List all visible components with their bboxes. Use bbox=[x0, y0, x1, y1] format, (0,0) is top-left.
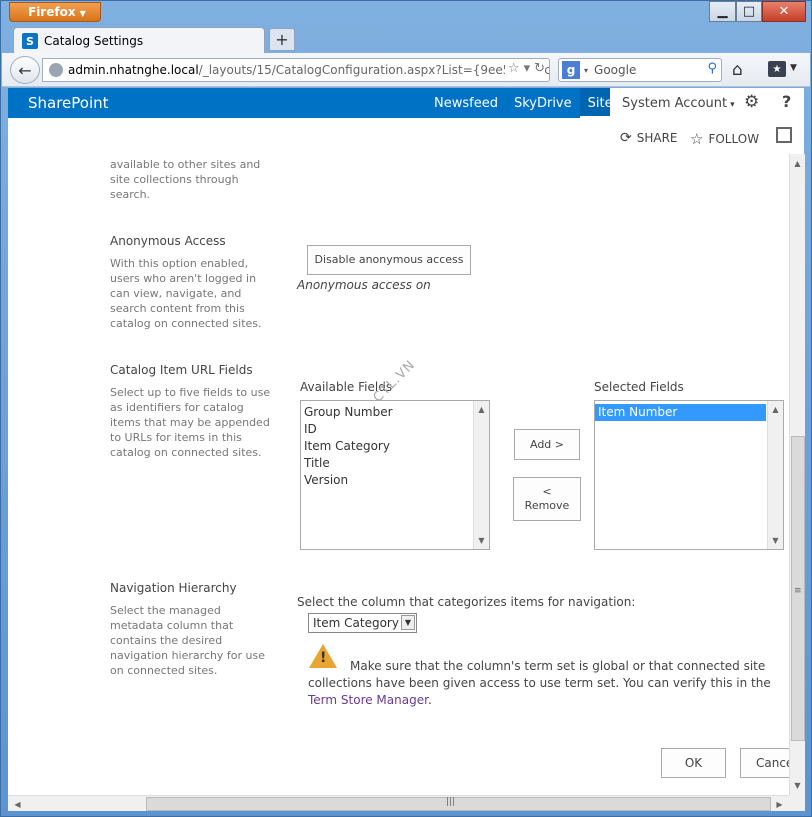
sharepoint-favicon-icon: S bbox=[22, 33, 38, 49]
maximize-button[interactable]: □ bbox=[736, 1, 762, 22]
bookmarks-icon[interactable]: ★ bbox=[768, 61, 786, 77]
url-fields-description: Select up to five fields to use as ident… bbox=[110, 386, 271, 459]
available-fields-scrollbar[interactable]: ▲ ▼ bbox=[473, 401, 489, 549]
scrollbar-corner bbox=[789, 795, 805, 811]
anonymous-access-title: Anonymous Access bbox=[110, 234, 226, 248]
sharepoint-brand[interactable]: SharePoint bbox=[28, 94, 109, 112]
account-name: System Account bbox=[622, 96, 728, 111]
account-menu[interactable]: System Account ▾ bbox=[622, 96, 735, 111]
suite-links: Newsfeed SkyDrive Sites bbox=[426, 88, 628, 118]
scroll-up-icon[interactable]: ▲ bbox=[790, 156, 805, 171]
search-icon[interactable]: ⚲ bbox=[707, 61, 717, 76]
scroll-down-icon[interactable]: ▼ bbox=[474, 533, 489, 548]
anonymous-access-description: With this option enabled, users who aren… bbox=[110, 257, 262, 330]
tab-bar: S Catalog Settings + bbox=[7, 27, 807, 54]
selected-fields-scrollbar[interactable]: ▲ ▼ bbox=[767, 401, 783, 549]
selected-field-option[interactable]: Item Number bbox=[595, 404, 766, 421]
home-icon[interactable]: ⌂ bbox=[732, 60, 743, 80]
cancel-button[interactable]: Cancel bbox=[740, 748, 789, 778]
available-field-option[interactable]: Group Number bbox=[301, 404, 489, 421]
available-field-option[interactable]: Title bbox=[301, 455, 489, 472]
navigation-toolbar: ← admin.nhatnghe.local/_layouts/15/Catal… bbox=[2, 53, 810, 87]
warning-message: Make sure that the column's term set is … bbox=[308, 658, 788, 709]
back-arrow-icon: ← bbox=[18, 60, 32, 80]
reload-icon[interactable]: ↻ bbox=[534, 61, 545, 76]
share-button[interactable]: ⟳ SHARE bbox=[620, 130, 678, 146]
anonymous-access-status: Anonymous access on bbox=[297, 278, 431, 292]
follow-label: FOLLOW bbox=[708, 132, 760, 146]
disable-anonymous-access-button[interactable]: Disable anonymous access bbox=[307, 245, 471, 275]
available-field-option[interactable]: Version bbox=[301, 472, 489, 489]
term-store-manager-link[interactable]: Term Store Manager bbox=[308, 693, 428, 707]
minimize-button[interactable]: ▁ bbox=[709, 1, 736, 22]
google-icon: g bbox=[562, 61, 580, 79]
url-path: /_layouts/15/CatalogConfiguration.aspx?L… bbox=[198, 63, 550, 77]
selected-fields-listbox[interactable]: Item Number ▲ ▼ bbox=[594, 400, 784, 550]
ok-button[interactable]: OK bbox=[661, 748, 726, 778]
chevron-down-icon: ▼ bbox=[79, 9, 86, 18]
tab-catalog-settings[interactable]: S Catalog Settings bbox=[13, 27, 265, 54]
star-icon: ☆ bbox=[690, 130, 704, 148]
globe-icon bbox=[49, 63, 63, 77]
search-engine-dropdown-icon[interactable]: ▾ bbox=[584, 66, 588, 75]
navigation-column-select[interactable]: Item Category ▼ bbox=[308, 613, 417, 633]
warning-end: . bbox=[427, 693, 432, 707]
navigation-column-value: Item Category bbox=[313, 616, 399, 630]
url-host: admin.nhatnghe.local bbox=[68, 63, 199, 77]
warning-text: Make sure that the column's term set is … bbox=[308, 659, 771, 690]
navigation-column-prompt: Select the column that categorizes items… bbox=[297, 595, 636, 609]
sharepoint-suite-bar: SharePoint Newsfeed SkyDrive Sites Syste… bbox=[8, 88, 804, 118]
gear-icon[interactable]: ⚙ bbox=[744, 92, 759, 112]
scroll-down-icon[interactable]: ▼ bbox=[768, 533, 783, 548]
chevron-down-icon[interactable]: ▼ bbox=[401, 615, 415, 630]
add-field-button[interactable]: Add > bbox=[514, 429, 580, 460]
searchable-description: make content in this list available to o… bbox=[110, 154, 261, 201]
page-vertical-scrollbar[interactable]: ▲ ≡ ▼ bbox=[789, 154, 805, 795]
remove-arrow: < bbox=[542, 485, 552, 498]
dropdown-icon[interactable]: ▾ bbox=[524, 61, 531, 76]
available-fields-listbox[interactable]: Group Number ID Item Category Title Vers… bbox=[300, 400, 490, 550]
star-bookmark-icon[interactable]: ☆ bbox=[508, 61, 520, 76]
navigation-hierarchy-title: Navigation Hierarchy bbox=[110, 581, 237, 595]
page-horizontal-scrollbar[interactable]: ◀ ||| ▶ bbox=[8, 795, 789, 811]
share-label: SHARE bbox=[636, 131, 678, 145]
search-box[interactable]: g ▾ Google ⚲ bbox=[558, 58, 722, 82]
url-bar[interactable]: admin.nhatnghe.local/_layouts/15/Catalog… bbox=[42, 58, 550, 82]
scrollbar-grip-icon: ||| bbox=[446, 797, 456, 807]
scrollbar-thumb[interactable] bbox=[146, 797, 771, 811]
scroll-up-icon[interactable]: ▲ bbox=[768, 402, 783, 417]
available-field-option[interactable]: ID bbox=[301, 421, 489, 438]
scroll-up-icon[interactable]: ▲ bbox=[474, 402, 489, 417]
firefox-menu-label: Firefox bbox=[28, 5, 76, 19]
chevron-down-icon: ▾ bbox=[730, 100, 735, 110]
tab-title: Catalog Settings bbox=[44, 34, 144, 48]
settings-content: make content in this list available to o… bbox=[8, 154, 789, 795]
close-window-button[interactable]: ✕ bbox=[762, 1, 806, 22]
follow-button[interactable]: ☆ FOLLOW bbox=[690, 130, 759, 148]
scroll-right-icon[interactable]: ▶ bbox=[772, 797, 787, 811]
navigation-hierarchy-description: Select the managed metadata column that … bbox=[110, 604, 266, 677]
scrollbar-grip-icon: ≡ bbox=[794, 586, 802, 596]
new-tab-button[interactable]: + bbox=[269, 28, 295, 51]
browser-window: Firefox ▼ ▁ □ ✕ S Catalog Settings + ← ad… bbox=[0, 0, 812, 817]
url-fields-title: Catalog Item URL Fields bbox=[110, 363, 253, 377]
suite-link-skydrive[interactable]: SkyDrive bbox=[506, 88, 580, 118]
scroll-down-icon[interactable]: ▼ bbox=[790, 778, 805, 793]
account-area: System Account ▾ ⚙ ? bbox=[610, 88, 804, 118]
search-placeholder: Google bbox=[594, 63, 637, 77]
remove-label: Remove bbox=[524, 499, 570, 512]
scroll-left-icon[interactable]: ◀ bbox=[10, 797, 25, 811]
firefox-menu-button[interactable]: Firefox ▼ bbox=[9, 2, 101, 22]
selected-fields-label: Selected Fields bbox=[594, 380, 684, 394]
suite-link-newsfeed[interactable]: Newsfeed bbox=[426, 88, 506, 118]
share-icon: ⟳ bbox=[620, 130, 632, 146]
available-field-option[interactable]: Item Category bbox=[301, 438, 489, 455]
remove-field-button[interactable]: < Remove bbox=[513, 477, 581, 521]
page-actions-bar: ⟳ SHARE ☆ FOLLOW bbox=[8, 118, 804, 154]
focus-on-content-icon[interactable] bbox=[776, 127, 792, 143]
bookmarks-menu-icon[interactable]: ▼ bbox=[790, 63, 797, 73]
back-button[interactable]: ← bbox=[10, 56, 40, 84]
help-icon[interactable]: ? bbox=[782, 92, 791, 111]
